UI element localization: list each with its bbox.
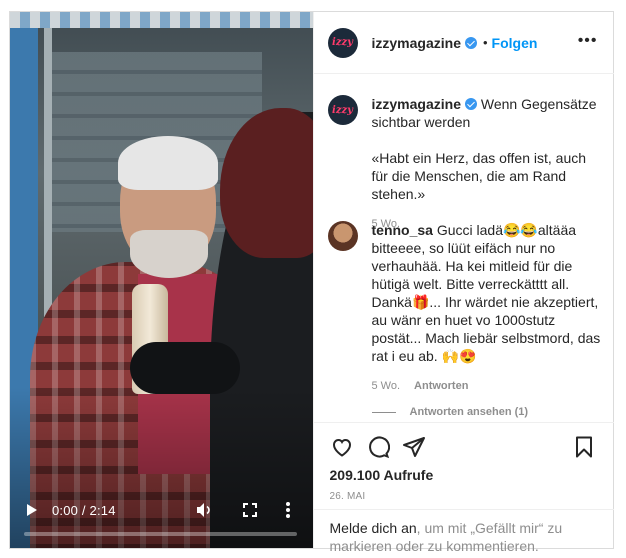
comment-text: Gucci ladä😂😂altääa bitteeee, so lüüt eif…	[371, 222, 601, 364]
play-icon[interactable]	[24, 502, 40, 518]
caption-block: izzy izzymagazine Wenn Gegensätze sichtb…	[327, 95, 608, 233]
avatar-logo-text: izzy	[332, 104, 353, 116]
login-link[interactable]: Melde dich an	[330, 520, 417, 536]
avatar[interactable]: izzy	[327, 27, 358, 58]
comment-time: 5 Wo.	[371, 380, 401, 392]
caption-line-2: «Habt ein Herz, das offen ist, auch für …	[371, 150, 587, 202]
video-controls: 0:00 / 2:14	[10, 488, 313, 548]
comment-icon[interactable]	[366, 435, 390, 459]
bookmark-icon[interactable]	[572, 435, 596, 459]
post-header: izzy izzymagazine • Folgen •••	[313, 12, 614, 74]
view-replies-button[interactable]: Antworten ansehen (1)	[372, 406, 529, 418]
more-options-icon[interactable]: •••	[578, 33, 598, 49]
comment-item: tenno_sa Gucci ladä😂😂altääa bitteeee, so…	[327, 221, 608, 395]
video-progress-bar[interactable]	[24, 532, 297, 536]
avatar[interactable]: izzy	[327, 95, 358, 125]
follow-button[interactable]: Folgen	[492, 35, 538, 51]
verified-badge-icon	[464, 98, 477, 110]
header-username[interactable]: izzymagazine	[372, 35, 461, 51]
caption-username[interactable]: izzymagazine	[372, 96, 461, 112]
header-separator: •	[482, 35, 488, 50]
comment-username[interactable]: tenno_sa	[372, 222, 433, 238]
avatar[interactable]	[327, 221, 358, 251]
comment-body: tenno_sa Gucci ladä😂😂altääa bitteeee, so…	[372, 221, 604, 395]
comments-section[interactable]: izzy izzymagazine Wenn Gegensätze sichtb…	[314, 75, 614, 421]
more-vertical-icon[interactable]	[282, 500, 294, 520]
post-actions: 209.100 Aufrufe 26. MAI Melde dich an, u…	[313, 422, 614, 554]
heart-icon[interactable]	[330, 435, 354, 459]
video-shade-overlay	[10, 12, 313, 548]
volume-icon[interactable]	[194, 500, 214, 520]
fullscreen-icon[interactable]	[240, 500, 260, 520]
login-prompt: Melde dich an, um mit „Gefällt mir“ zu m…	[313, 509, 614, 554]
video-time: 0:00 / 2:14	[52, 503, 116, 518]
avatar-logo-text: izzy	[332, 37, 353, 48]
reply-button[interactable]: Antworten	[414, 380, 468, 392]
post-date[interactable]: 26. MAI	[330, 491, 366, 502]
caption-text: izzymagazine Wenn Gegensätze sichtbar we…	[372, 95, 604, 233]
share-icon[interactable]	[402, 435, 426, 459]
comment-meta: 5 Wo. Antworten	[372, 377, 604, 395]
instagram-post: 0:00 / 2:14 izzy izzymagazine • Folgen •…	[9, 11, 614, 554]
view-count[interactable]: 209.100 Aufrufe	[330, 467, 434, 483]
video-player[interactable]: 0:00 / 2:14	[10, 12, 313, 548]
verified-badge-icon	[464, 36, 477, 49]
post-sidebar: izzy izzymagazine • Folgen ••• izzy izzy…	[312, 12, 614, 554]
